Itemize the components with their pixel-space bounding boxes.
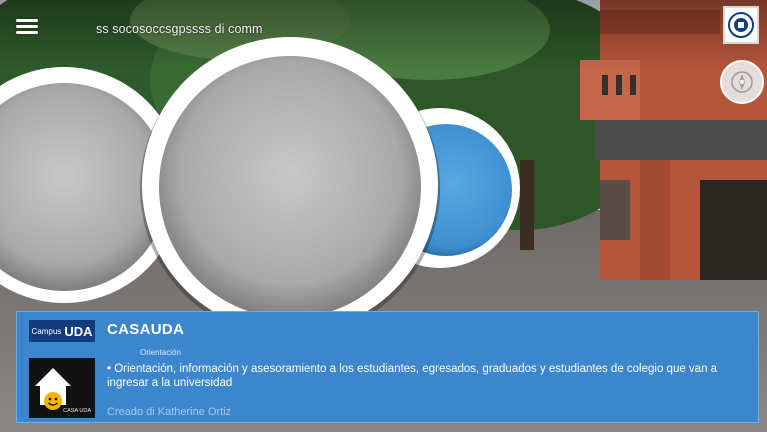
uda-label: UDA bbox=[64, 323, 93, 339]
place-category: Orientación bbox=[140, 348, 181, 357]
place-author: Creado di Katherine Ortiz bbox=[107, 406, 232, 418]
place-description: • Orientación, información y asesoramien… bbox=[107, 363, 718, 389]
top-bar: ss socosoccsgpssss di comm bbox=[0, 0, 767, 104]
compass-icon bbox=[731, 71, 753, 93]
search-input[interactable]: ss socosoccsgpssss di comm bbox=[96, 16, 426, 42]
place-thumbnail: CASA UDA bbox=[29, 358, 95, 418]
campus-label: Campus bbox=[31, 326, 62, 336]
menu-button[interactable] bbox=[14, 15, 42, 39]
campus-uda-label: Campus UDA bbox=[29, 320, 95, 342]
university-seal-icon bbox=[728, 12, 754, 38]
compass-button[interactable] bbox=[720, 60, 764, 104]
menu-icon bbox=[16, 19, 38, 22]
place-info-card[interactable]: Campus UDA CASA UDA CASAUDA Orientación … bbox=[16, 311, 759, 423]
place-logo: Campus UDA CASA UDA bbox=[29, 320, 95, 418]
casa-uda-label: CASA UDA bbox=[63, 408, 91, 414]
menu-icon-bar bbox=[16, 31, 38, 34]
place-title: CASAUDA bbox=[107, 321, 185, 338]
university-logo-button[interactable] bbox=[723, 6, 759, 44]
menu-icon-bar bbox=[16, 25, 38, 28]
